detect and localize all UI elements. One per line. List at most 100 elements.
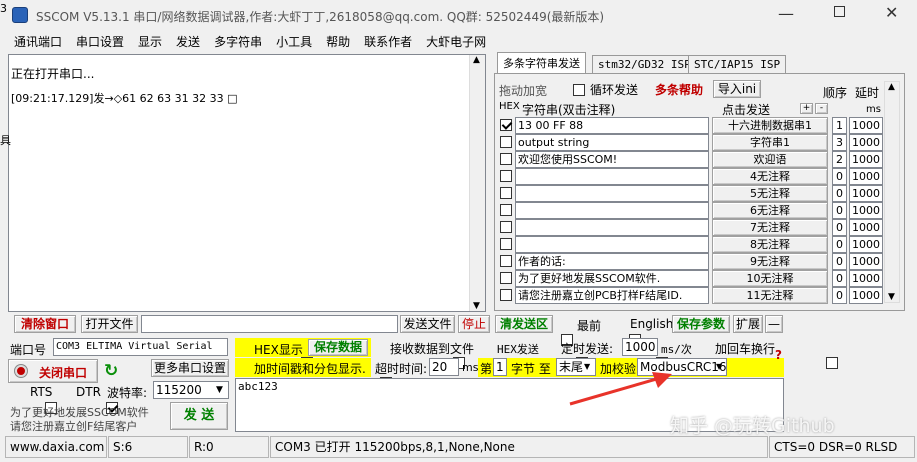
period-input[interactable]: 1000 — [622, 338, 658, 356]
row-delay-input[interactable]: 1000 — [849, 202, 883, 219]
row-delay-input[interactable]: 1000 — [849, 168, 883, 185]
loop-send-checkbox[interactable] — [573, 83, 585, 96]
menu-item[interactable]: 联系作者 — [364, 35, 412, 49]
row-delay-input[interactable]: 1000 — [849, 219, 883, 236]
row-order-input[interactable]: 0 — [832, 202, 847, 219]
row-hex-checkbox[interactable] — [500, 170, 512, 182]
row-send-button[interactable]: 4无注释 — [712, 168, 828, 185]
row-send-button[interactable]: 8无注释 — [712, 236, 828, 253]
row-delay-input[interactable]: 1000 — [849, 134, 883, 151]
menu-item[interactable]: 多字符串 — [214, 35, 262, 49]
row-order-input[interactable]: 0 — [832, 168, 847, 185]
send-file-button[interactable]: 发送文件 — [400, 315, 455, 333]
more-port-settings-button[interactable]: 更多串口设置 — [151, 359, 229, 377]
scroll-up-icon[interactable]: ▲ — [888, 82, 895, 92]
row-hex-checkbox[interactable] — [500, 204, 512, 216]
row-send-button[interactable]: 6无注释 — [712, 202, 828, 219]
row-string-input[interactable] — [515, 185, 709, 202]
collapse-button[interactable]: — — [765, 315, 783, 333]
row-order-input[interactable]: 0 — [832, 287, 847, 304]
close-port-button[interactable]: 关闭串口 — [8, 359, 98, 383]
row-string-input[interactable]: 请您注册嘉立创PCB打样F结尾ID. — [515, 287, 709, 304]
file-path-input[interactable] — [141, 315, 398, 333]
row-hex-checkbox[interactable] — [500, 255, 512, 267]
row-string-input[interactable] — [515, 202, 709, 219]
row-order-input[interactable]: 0 — [832, 236, 847, 253]
byte-from-input[interactable]: 1 — [493, 358, 507, 376]
menu-item[interactable]: 帮助 — [326, 35, 350, 49]
row-hex-checkbox[interactable] — [500, 272, 512, 284]
tab-stc-isp[interactable]: STC/IAP15 ISP — [688, 55, 787, 73]
row-string-input[interactable]: output string — [515, 134, 709, 151]
close-icon[interactable]: ✕ — [885, 3, 898, 22]
row-hex-checkbox[interactable] — [500, 136, 512, 148]
row-order-input[interactable]: 2 — [832, 151, 847, 168]
help-question-icon[interactable]: ? — [775, 348, 782, 362]
row-hex-checkbox[interactable] — [500, 187, 512, 199]
row-delay-input[interactable]: 1000 — [849, 253, 883, 270]
row-send-button[interactable]: 11无注释 — [712, 287, 828, 304]
row-delay-input[interactable]: 1000 — [849, 236, 883, 253]
row-send-button[interactable]: 欢迎语 — [712, 151, 828, 168]
row-send-button[interactable]: 5无注释 — [712, 185, 828, 202]
expand-button[interactable]: 扩展 — [733, 315, 763, 333]
row-order-input[interactable]: 0 — [832, 185, 847, 202]
row-hex-checkbox[interactable] — [500, 289, 512, 301]
send-button[interactable]: 发 送 — [170, 402, 228, 430]
row-send-button[interactable]: 十六进制数据串1 — [712, 117, 828, 134]
row-delay-input[interactable]: 1000 — [849, 270, 883, 287]
menu-item[interactable]: 小工具 — [276, 35, 312, 49]
row-hex-checkbox[interactable] — [500, 221, 512, 233]
row-order-input[interactable]: 3 — [832, 134, 847, 151]
row-order-input[interactable]: 0 — [832, 219, 847, 236]
row-string-input[interactable] — [515, 219, 709, 236]
row-string-input[interactable] — [515, 236, 709, 253]
add-row-button[interactable]: + — [800, 103, 813, 114]
row-string-input[interactable]: 13 00 FF 88 — [515, 117, 709, 134]
timeout-input[interactable]: 20 — [429, 358, 459, 376]
row-hex-checkbox[interactable] — [500, 119, 512, 131]
row-order-input[interactable]: 0 — [832, 253, 847, 270]
row-send-button[interactable]: 10无注释 — [712, 270, 828, 287]
import-ini-button[interactable]: 导入ini — [713, 80, 761, 98]
clear-window-button[interactable]: 清除窗口 — [14, 315, 76, 333]
menu-item[interactable]: 通讯端口 — [14, 35, 62, 49]
row-send-button[interactable]: 7无注释 — [712, 219, 828, 236]
port-select[interactable]: COM3 ELTIMA Virtual Serial — [53, 338, 228, 356]
receive-scrollbar[interactable]: ▲ ▼ — [469, 55, 485, 311]
remove-row-button[interactable]: - — [815, 103, 828, 114]
save-params-button[interactable]: 保存参数 — [672, 315, 730, 333]
scroll-up-icon[interactable]: ▲ — [473, 55, 480, 65]
row-hex-checkbox[interactable] — [500, 153, 512, 165]
row-order-input[interactable]: 1 — [832, 117, 847, 134]
multi-scrollbar[interactable]: ▲ ▼ — [884, 81, 900, 303]
menu-item[interactable]: 发送 — [176, 35, 200, 49]
row-string-input[interactable]: 作者的话: — [515, 253, 709, 270]
row-delay-input[interactable]: 1000 — [849, 287, 883, 304]
add-crlf-checkbox[interactable] — [825, 356, 838, 369]
drag-widen-label[interactable]: 拖动加宽 — [499, 82, 547, 99]
tab-stm32-isp[interactable]: stm32/GD32 ISP — [592, 55, 697, 73]
status-site[interactable]: www.daxia.com — [5, 436, 107, 458]
receive-area[interactable]: 正在打开串口... [09:21:17.129]发→◇61 62 63 31 3… — [8, 54, 486, 312]
row-send-button[interactable]: 9无注释 — [712, 253, 828, 270]
row-delay-input[interactable]: 1000 — [849, 151, 883, 168]
baud-dropdown-icon[interactable]: ▼ — [216, 385, 223, 395]
maximize-icon[interactable] — [834, 6, 845, 17]
row-hex-checkbox[interactable] — [500, 238, 512, 250]
row-delay-input[interactable]: 1000 — [849, 185, 883, 202]
row-order-input[interactable]: 0 — [832, 270, 847, 287]
row-delay-input[interactable]: 1000 — [849, 117, 883, 134]
menu-item[interactable]: 大虾电子网 — [426, 35, 486, 49]
menu-item[interactable]: 串口设置 — [76, 35, 124, 49]
row-string-input[interactable]: 为了更好地发展SSCOM软件. — [515, 270, 709, 287]
stop-button[interactable]: 停止 — [458, 315, 490, 333]
row-send-button[interactable]: 字符串1 — [712, 134, 828, 151]
scroll-down-icon[interactable]: ▼ — [888, 292, 895, 302]
save-data-button[interactable]: 保存数据 — [308, 339, 368, 356]
open-file-button[interactable]: 打开文件 — [81, 315, 138, 333]
row-string-input[interactable]: 欢迎您使用SSCOM! — [515, 151, 709, 168]
tab-multi-string[interactable]: 多条字符串发送 — [497, 52, 586, 74]
row-string-input[interactable] — [515, 168, 709, 185]
multi-help-link[interactable]: 多条帮助 — [655, 81, 703, 98]
